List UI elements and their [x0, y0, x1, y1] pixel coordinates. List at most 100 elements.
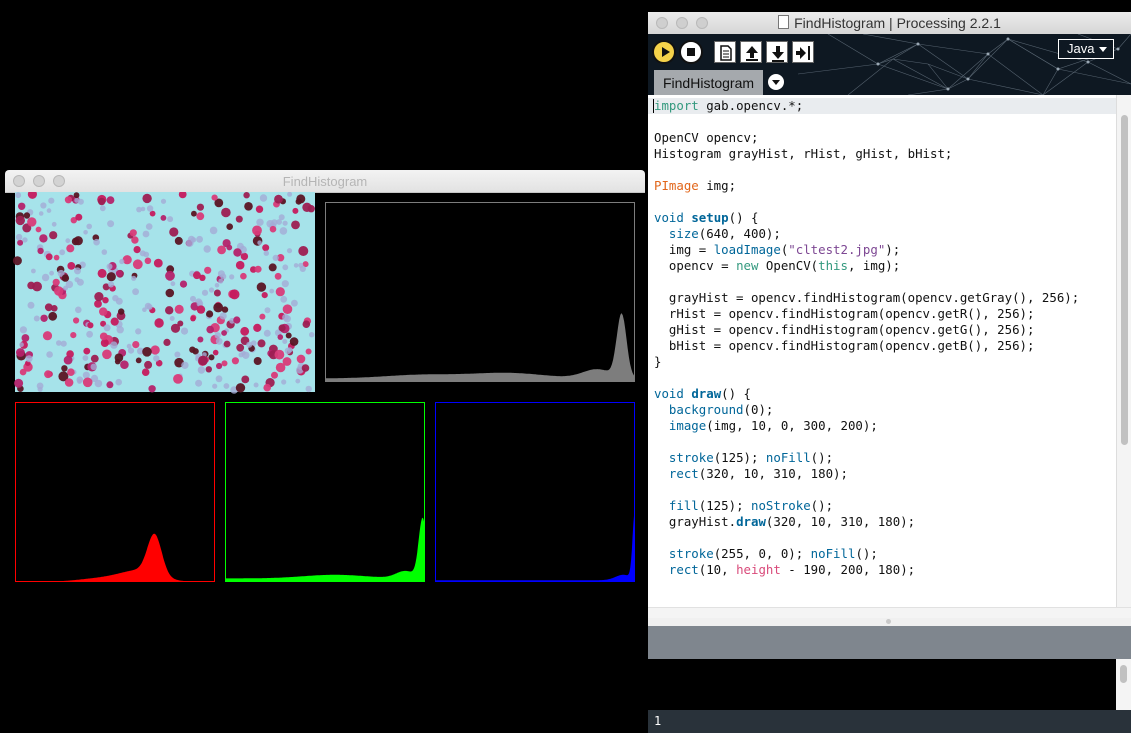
- cell: [180, 327, 189, 335]
- cell: [282, 314, 289, 321]
- cell: [83, 230, 88, 235]
- cell: [253, 357, 262, 365]
- cell: [165, 288, 175, 298]
- cell: [64, 378, 74, 387]
- cell: [90, 354, 99, 363]
- cell: [223, 383, 230, 389]
- arrow-down-icon: [772, 46, 784, 62]
- cell: [83, 347, 91, 355]
- cell: [114, 353, 124, 362]
- console-scroll-thumb[interactable]: [1120, 665, 1127, 683]
- cell: [305, 348, 312, 355]
- cell: [226, 223, 233, 230]
- tab-menu-button[interactable]: [768, 74, 784, 90]
- cell: [31, 268, 36, 274]
- export-button[interactable]: [792, 41, 814, 63]
- cell: [204, 266, 212, 274]
- cell: [46, 351, 53, 358]
- line-number: 1: [654, 714, 662, 728]
- cell: [223, 340, 231, 348]
- cell: [196, 203, 204, 211]
- cell: [214, 332, 221, 339]
- cell: [241, 375, 250, 384]
- cell: [218, 278, 224, 284]
- cell: [82, 355, 89, 361]
- cell: [132, 341, 140, 349]
- cell: [255, 205, 264, 213]
- cell: [243, 192, 250, 199]
- text-cursor: [653, 99, 654, 113]
- code-line: Histogram grayHist, rHist, gHist, bHist;: [654, 146, 953, 161]
- cell: [170, 281, 176, 287]
- cell: [135, 328, 142, 335]
- cell: [54, 286, 64, 296]
- green-histogram: [225, 517, 425, 582]
- cell: [122, 255, 132, 265]
- code-editor[interactable]: import gab.opencv.*; OpenCV opencv; Histo…: [648, 95, 1116, 607]
- gray-histogram: [325, 313, 635, 382]
- cell: [191, 210, 197, 217]
- code-line: OpenCV opencv;: [654, 130, 759, 145]
- cell: [296, 354, 306, 364]
- cell: [221, 207, 231, 218]
- tab-findhistogram[interactable]: FindHistogram: [654, 70, 763, 95]
- editor-scroll-thumb[interactable]: [1121, 115, 1128, 445]
- code-line: fill(125); noStroke();: [668, 498, 834, 513]
- code-line: void setup() {: [654, 210, 759, 225]
- stop-button[interactable]: [679, 40, 703, 64]
- cell: [293, 263, 299, 268]
- cell: [25, 355, 33, 363]
- editor-console-splitter[interactable]: [648, 618, 1131, 626]
- cell: [206, 310, 214, 318]
- mode-select[interactable]: Java: [1058, 39, 1114, 59]
- code-line: PImage img;: [654, 178, 737, 193]
- cell: [195, 379, 203, 387]
- cell: [263, 250, 269, 256]
- code-line: background(0);: [668, 402, 774, 417]
- cell: [277, 334, 284, 340]
- open-button[interactable]: [740, 41, 762, 63]
- new-button[interactable]: [714, 41, 736, 63]
- sketch-titlebar[interactable]: FindHistogram: [5, 170, 645, 193]
- splitter-handle[interactable]: [886, 619, 891, 624]
- cell: [213, 302, 224, 313]
- cell: [14, 378, 24, 388]
- cell: [212, 349, 219, 356]
- cell: [45, 253, 53, 261]
- save-button[interactable]: [766, 41, 788, 63]
- cell: [44, 303, 53, 312]
- microscopy-image: [12, 192, 315, 394]
- cell: [131, 275, 137, 281]
- console-scrollbar[interactable]: [1116, 659, 1131, 710]
- cell: [174, 351, 181, 358]
- ide-titlebar[interactable]: FindHistogram | Processing 2.2.1: [648, 12, 1131, 34]
- cell: [51, 221, 57, 227]
- cell: [205, 366, 212, 373]
- cell: [186, 239, 194, 247]
- run-button[interactable]: [652, 40, 676, 64]
- cell: [61, 274, 70, 282]
- cell: [197, 366, 206, 374]
- cell: [99, 205, 106, 212]
- cell: [73, 317, 80, 324]
- green-histogram-frame: [225, 402, 425, 582]
- editor-scrollbar[interactable]: [1116, 95, 1131, 607]
- cell: [15, 192, 22, 199]
- cell: [126, 343, 132, 349]
- ide-window-title: FindHistogram | Processing 2.2.1: [648, 15, 1131, 31]
- cell: [274, 272, 282, 280]
- code-line: img = loadImage("cltest2.jpg");: [654, 242, 901, 257]
- cell: [119, 258, 125, 265]
- cell: [160, 198, 167, 204]
- cell: [221, 330, 228, 336]
- cell: [233, 248, 242, 257]
- cell: [256, 218, 264, 226]
- cell: [189, 346, 196, 353]
- cell: [27, 217, 37, 227]
- cell: [163, 338, 171, 346]
- sketch-window: FindHistogram: [5, 170, 645, 590]
- code-line: rect(320, 10, 310, 180);: [668, 466, 848, 481]
- cell: [215, 375, 223, 383]
- code-line: grayHist.draw(320, 10, 310, 180);: [654, 514, 916, 529]
- console[interactable]: [648, 659, 1131, 710]
